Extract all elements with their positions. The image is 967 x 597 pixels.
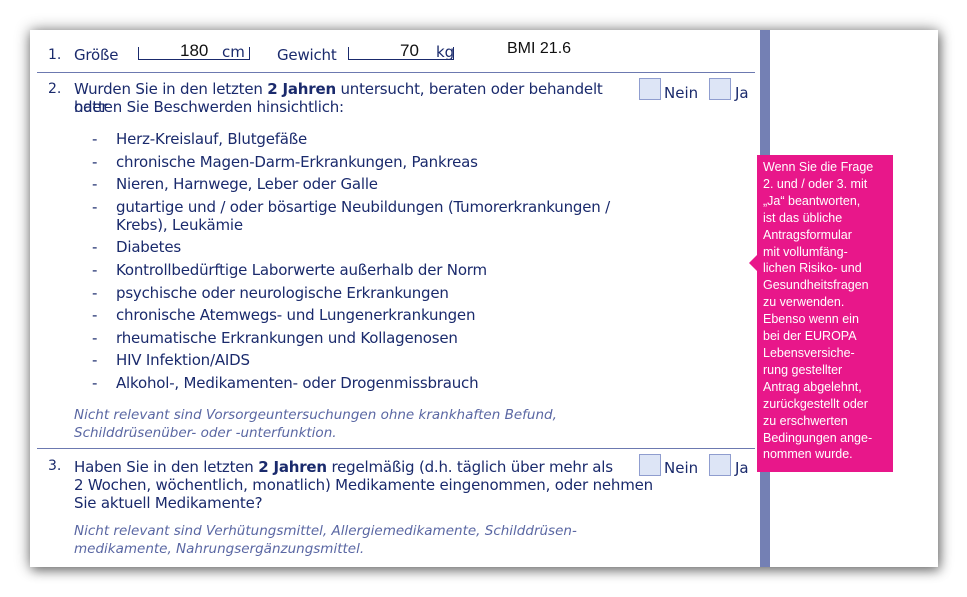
callout-line: Bedingungen ange- — [763, 430, 873, 445]
q3-question: Haben Sie in den letzten 2 Jahren regelm… — [74, 458, 644, 476]
q3-text-end: regelmäßig (d.h. täglich über mehr als — [326, 458, 613, 476]
callout-line: Gesundheitsfragen — [763, 278, 869, 293]
list-item: - psychische oder neurologische Erkrankun… — [92, 283, 449, 302]
callout-line: bei der EUROPA — [763, 329, 857, 344]
list-item-text: Diabetes — [116, 238, 181, 257]
list-item-text: chronische Atemwegs- und Lungenerkrankun… — [116, 306, 476, 325]
q3-yes-checkbox[interactable] — [709, 454, 731, 476]
q2-condition-list: - Herz-Kreislauf, Blutgefäße - chronische … — [92, 130, 612, 397]
callout-line: Lebensversiche- — [763, 345, 855, 360]
list-item: - rheumatische Erkrankungen und Kollageno… — [92, 328, 458, 347]
callout-arrow — [749, 255, 757, 271]
callout-line: Wenn Sie die Frage — [763, 160, 874, 174]
q2-no-label: Nein — [664, 84, 699, 102]
callout-line: zu verwenden. — [763, 295, 845, 310]
list-item-text: Nieren, Harnwege, Leber oder Galle — [116, 175, 378, 194]
list-item: - chronische Magen-Darm-Erkrankungen, Pan… — [92, 152, 478, 171]
q2-number: 2. — [48, 81, 62, 97]
height-value: 180 — [180, 41, 209, 60]
list-item: - Diabetes — [92, 238, 181, 257]
height-unit: cm — [222, 43, 245, 61]
callout-line: zu erschwerten — [763, 413, 848, 428]
q2-note-line2: Schilddrüsenüber- oder -unterfunktion. — [74, 425, 337, 441]
list-item-text: rheumatische Erkrankungen und Kollagenos… — [116, 328, 458, 347]
q2-yes-label: Ja — [735, 84, 749, 102]
callout-line: zurückgestellt oder — [763, 396, 868, 411]
list-item: - gutartige und / oder bösartige Neubildu… — [92, 197, 610, 234]
list-item: - HIV Infektion/AIDS — [92, 351, 250, 370]
list-item-text: Alkohol-, Medikamenten- oder Drogenmissb… — [116, 373, 479, 392]
q2-text-bold: 2 Jahren — [267, 80, 336, 98]
list-item: - chronische Atemwegs- und Lungenerkranku… — [92, 306, 476, 325]
list-item-text: chronische Magen-Darm-Erkrankungen, Pank… — [116, 152, 478, 171]
divider — [37, 448, 755, 449]
weight-unit: kg — [436, 43, 455, 61]
list-item-text: gutartige und / oder bösartige Neubildun… — [116, 197, 610, 234]
info-callout: Wenn Sie die Frage 2. und / oder 3. mit … — [749, 155, 893, 472]
q3-number: 3. — [48, 458, 62, 474]
callout-line: nommen wurde. — [763, 447, 853, 462]
health-questions-form: 1. Größe 180 cm Gewicht 70 kg BMI 21.6 2… — [30, 30, 760, 567]
callout-line: Antrag abgelehnt, — [763, 379, 862, 394]
callout-line: Antragsformular — [763, 227, 852, 242]
divider — [37, 72, 755, 73]
q3-no-label: Nein — [664, 459, 699, 477]
q3-no-checkbox[interactable] — [639, 454, 661, 476]
q3-yes-label: Ja — [735, 459, 749, 477]
q3-question-line2: 2 Wochen, wöchentlich, monatlich) Medika… — [74, 476, 653, 494]
bmi-value: BMI 21.6 — [507, 40, 572, 57]
callout-line: ist das übliche — [763, 210, 843, 225]
list-item: - Alkohol-, Medikamenten- oder Drogenmiss… — [92, 373, 479, 392]
callout-line: rung gestellter — [763, 362, 843, 377]
list-item-text: psychische oder neurologische Erkrankung… — [116, 283, 449, 302]
q3-note-line2: medikamente, Nahrungsergänzungsmittel. — [74, 541, 365, 557]
q2-no-checkbox[interactable] — [639, 78, 661, 100]
weight-label: Gewicht — [277, 46, 337, 64]
callout-line: lichen Risiko- und — [763, 261, 862, 276]
list-item-text: Herz-Kreislauf, Blutgefäße — [116, 130, 308, 148]
list-item: - Kontrollbedürftige Laborwerte außerhalb… — [92, 260, 487, 279]
list-item-text: Kontrollbedürftige Laborwerte außerhalb … — [116, 260, 487, 279]
q3-question-line3: Sie aktuell Medikamente? — [74, 494, 263, 512]
list-item: - Herz-Kreislauf, Blutgefäße — [92, 130, 308, 148]
list-item-text: HIV Infektion/AIDS — [116, 351, 250, 370]
q3-note-line1: Nicht relevant sind Verhütungsmittel, Al… — [74, 523, 577, 539]
q2-yes-checkbox[interactable] — [709, 78, 731, 100]
q2-text-start: Wurden Sie in den letzten — [74, 80, 268, 98]
callout-line: Ebenso wenn ein — [763, 312, 859, 327]
list-item: - Nieren, Harnwege, Leber oder Galle — [92, 175, 378, 194]
height-label: Größe — [74, 46, 119, 64]
weight-value: 70 — [400, 41, 419, 60]
q3-text-bold: 2 Jahren — [258, 458, 327, 476]
q2-note-line1: Nicht relevant sind Vorsorgeuntersuchung… — [74, 407, 557, 423]
callout-line: 2. und / oder 3. mit — [763, 176, 868, 191]
callout-line: mit vollumfäng- — [763, 244, 848, 259]
callout-line: „Ja“ beantworten, — [763, 193, 861, 208]
q3-text-start: Haben Sie in den letzten — [74, 458, 259, 476]
q2-question-line2: hatten Sie Beschwerden hinsichtlich: — [74, 98, 344, 116]
q1-number: 1. — [48, 47, 62, 63]
